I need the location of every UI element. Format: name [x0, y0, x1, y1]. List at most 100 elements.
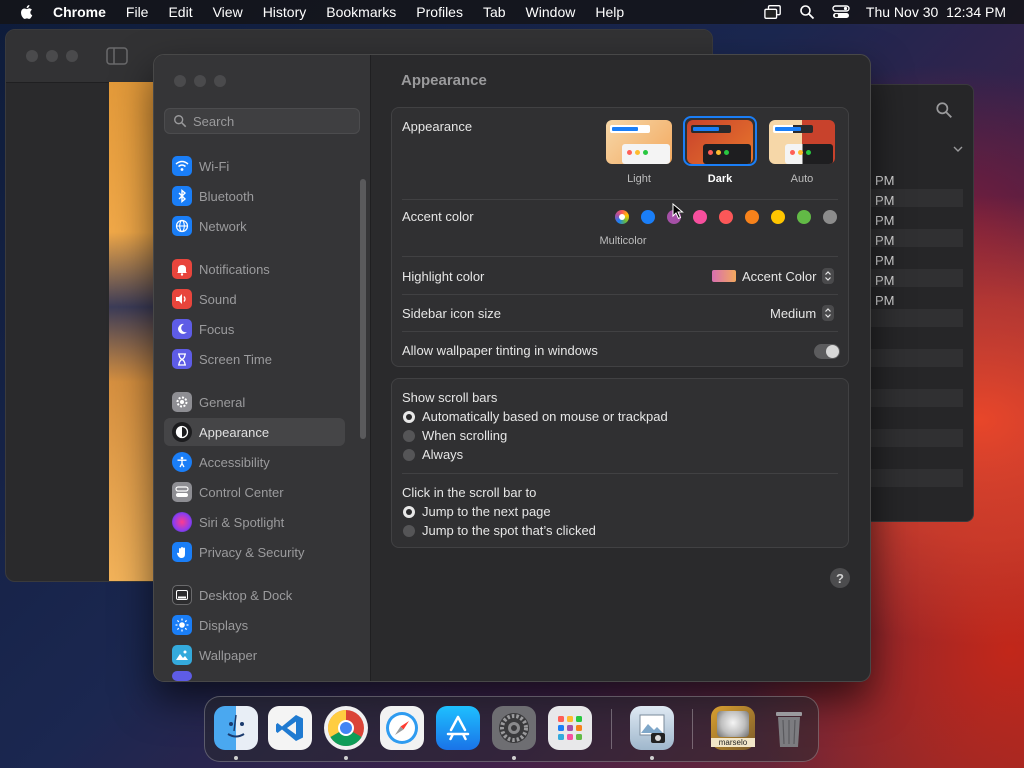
accent-green-swatch[interactable] — [797, 210, 811, 224]
menu-bookmarks[interactable]: Bookmarks — [326, 4, 396, 20]
accent-pink-swatch[interactable] — [693, 210, 707, 224]
sidebar-icon-size-popup[interactable]: Medium — [770, 305, 835, 321]
sidebar-item-label: Desktop & Dock — [199, 587, 293, 603]
sidebar-item-privacy-security[interactable]: Privacy & Security — [164, 538, 345, 566]
click-jump-to-spot-radio[interactable] — [403, 525, 415, 537]
wifi-icon — [172, 156, 192, 176]
divider — [402, 199, 838, 200]
marselo-label: marselo — [711, 738, 755, 747]
scroll-bars-automatic-radio[interactable] — [403, 411, 415, 423]
divider — [402, 256, 838, 257]
scroll-bars-when-scrolling-label[interactable]: When scrolling — [422, 428, 507, 443]
sidebar-item-label: Bluetooth — [199, 188, 254, 204]
sidebar-item-label: Privacy & Security — [199, 544, 305, 560]
highlight-color-popup[interactable]: Accent Color — [712, 268, 835, 284]
menubar-clock[interactable]: Thu Nov 30 12:34 PM — [866, 4, 1006, 20]
sidebar-item-partial[interactable] — [164, 671, 345, 681]
appearance-auto-option[interactable] — [769, 120, 835, 164]
click-jump-next-page-label[interactable]: Jump to the next page — [422, 504, 551, 519]
sidebar-item-sound[interactable]: Sound — [164, 285, 345, 313]
help-button[interactable]: ? — [830, 568, 850, 588]
dock-finder-icon[interactable] — [214, 706, 258, 750]
search-icon[interactable] — [935, 101, 953, 119]
screen-mirroring-icon[interactable] — [764, 4, 782, 20]
dock-app-store-icon[interactable] — [436, 706, 480, 750]
window-close-button[interactable] — [174, 75, 186, 87]
dock-vscode-icon[interactable] — [268, 706, 312, 750]
spotlight-search-icon[interactable] — [798, 4, 816, 20]
dock-trash-icon[interactable] — [767, 706, 811, 750]
sidebar-item-accessibility[interactable]: Accessibility — [164, 448, 345, 476]
accent-blue-swatch[interactable] — [641, 210, 655, 224]
sidebar-item-screen-time[interactable]: Screen Time — [164, 345, 345, 373]
accent-graphite-swatch[interactable] — [823, 210, 837, 224]
dock-icon — [172, 585, 192, 605]
sidebar-scrollbar[interactable] — [360, 179, 366, 439]
accessibility-icon — [172, 452, 192, 472]
wallpaper-tinting-toggle[interactable] — [814, 344, 840, 359]
search-field[interactable]: Search — [164, 108, 360, 134]
sidebar-item-notifications[interactable]: Notifications — [164, 255, 345, 283]
dock-system-settings-icon[interactable] — [492, 706, 536, 750]
control-center-icon — [172, 482, 192, 502]
appearance-light-option[interactable] — [606, 120, 672, 164]
accent-red-swatch[interactable] — [719, 210, 733, 224]
divider — [402, 473, 838, 474]
menu-history[interactable]: History — [263, 4, 307, 20]
apple-logo-icon[interactable] — [18, 3, 36, 21]
chevron-down-icon[interactable] — [953, 145, 963, 153]
menu-app-name[interactable]: Chrome — [53, 4, 106, 20]
sidebar-item-label: Screen Time — [199, 351, 272, 367]
window-close-button[interactable] — [26, 50, 38, 62]
sidebar-item-wallpaper[interactable]: Wallpaper — [164, 641, 345, 669]
sidebar-item-desktop-dock[interactable]: Desktop & Dock — [164, 581, 345, 609]
window-minimize-button[interactable] — [194, 75, 206, 87]
list-row-bg — [871, 469, 963, 487]
dock-chrome-icon[interactable] — [324, 706, 368, 750]
sidebar-item-wifi[interactable]: Wi-Fi — [164, 152, 345, 180]
window-zoom-button[interactable] — [66, 50, 78, 62]
sidebar-item-label: Displays — [199, 617, 249, 633]
scroll-bars-automatic-label[interactable]: Automatically based on mouse or trackpad — [422, 409, 668, 424]
menu-edit[interactable]: Edit — [168, 4, 192, 20]
scroll-bars-always-label[interactable]: Always — [422, 447, 463, 462]
dock-marselo-folder-icon[interactable]: marselo — [711, 706, 755, 750]
menu-profiles[interactable]: Profiles — [416, 4, 463, 20]
sidebar-item-bluetooth[interactable]: Bluetooth — [164, 182, 345, 210]
accent-orange-swatch[interactable] — [745, 210, 759, 224]
accent-multicolor-swatch[interactable] — [615, 210, 629, 224]
dock-launchpad-icon[interactable] — [548, 706, 592, 750]
highlight-color-swatch — [712, 270, 736, 282]
appearance-dark-option[interactable] — [687, 120, 753, 164]
window-minimize-button[interactable] — [46, 50, 58, 62]
sidebar-item-siri-spotlight[interactable]: Siri & Spotlight — [164, 508, 345, 536]
sidebar-item-general[interactable]: General — [164, 388, 345, 416]
menu-help[interactable]: Help — [595, 4, 624, 20]
sidebar-item-appearance[interactable]: Appearance — [164, 418, 345, 446]
click-jump-to-spot-label[interactable]: Jump to the spot that’s clicked — [422, 523, 596, 538]
scroll-bars-when-scrolling-radio[interactable] — [403, 430, 415, 442]
menu-window[interactable]: Window — [526, 4, 576, 20]
control-center-menu-icon[interactable] — [832, 4, 850, 20]
window-zoom-button[interactable] — [214, 75, 226, 87]
sidebar-item-displays[interactable]: Displays — [164, 611, 345, 639]
dock-preview-icon[interactable] — [630, 706, 674, 750]
menu-file[interactable]: File — [126, 4, 149, 20]
speaker-icon — [172, 289, 192, 309]
sidebar-item-focus[interactable]: Focus — [164, 315, 345, 343]
sidebar-item-network[interactable]: Network — [164, 212, 345, 240]
sun-icon — [172, 615, 192, 635]
list-time-label: PM — [875, 253, 895, 268]
click-jump-next-page-radio[interactable] — [403, 506, 415, 518]
dock-safari-icon[interactable] — [380, 706, 424, 750]
settings-sidebar: Search Wi-Fi Bluetooth Network Notificat… — [154, 55, 371, 681]
sidebar-item-control-center[interactable]: Control Center — [164, 478, 345, 506]
menu-tab[interactable]: Tab — [483, 4, 506, 20]
show-scroll-bars-label: Show scroll bars — [402, 390, 498, 405]
sidebar-toggle-icon[interactable] — [106, 47, 128, 65]
click-scroll-bar-label: Click in the scroll bar to — [402, 485, 537, 500]
menu-view[interactable]: View — [213, 4, 243, 20]
scroll-bars-always-radio[interactable] — [403, 449, 415, 461]
running-indicator — [650, 756, 654, 760]
accent-yellow-swatch[interactable] — [771, 210, 785, 224]
